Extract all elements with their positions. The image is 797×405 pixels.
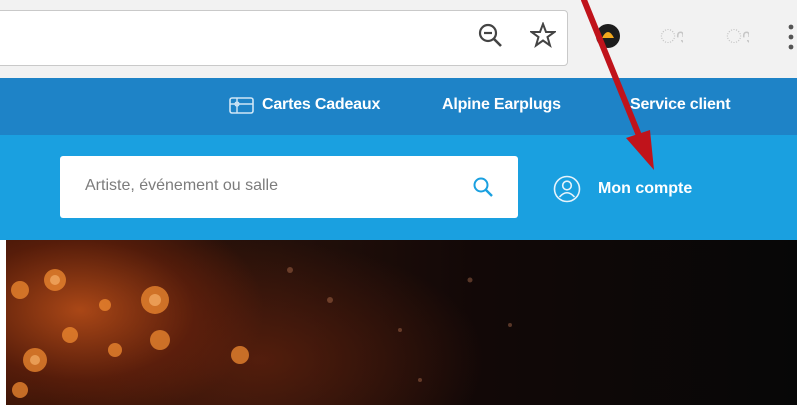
browser-toolbar: ൗ ൗ — [0, 0, 797, 79]
user-icon — [553, 175, 581, 203]
search-placeholder: Artiste, événement ou salle — [85, 177, 278, 194]
account-link[interactable]: Mon compte — [552, 170, 752, 204]
gift-card-icon — [229, 97, 254, 114]
extension-icon[interactable]: ൗ — [721, 22, 749, 50]
customer-service-link[interactable]: Service client — [630, 96, 731, 114]
top-nav-bar: Cartes Cadeaux Alpine Earplugs Service c… — [0, 78, 797, 135]
search-icon[interactable] — [471, 175, 495, 199]
gift-cards-link[interactable]: Cartes Cadeaux — [262, 96, 380, 114]
bookmark-star-icon[interactable] — [530, 22, 556, 48]
extension-icon[interactable] — [594, 22, 622, 50]
hero-left-edge — [0, 240, 6, 405]
account-label: Mon compte — [598, 180, 693, 197]
zoom-out-icon[interactable] — [477, 22, 503, 48]
svg-text:ൗ: ൗ — [726, 24, 749, 48]
alpine-earplugs-link[interactable]: Alpine Earplugs — [442, 96, 561, 114]
hero-banner — [0, 240, 797, 405]
bokeh-background — [11, 267, 512, 398]
menu-icon[interactable] — [786, 22, 796, 52]
search-input[interactable]: Artiste, événement ou salle — [60, 156, 518, 218]
svg-text:ൗ: ൗ — [660, 24, 683, 48]
extension-icon[interactable]: ൗ — [655, 22, 683, 50]
